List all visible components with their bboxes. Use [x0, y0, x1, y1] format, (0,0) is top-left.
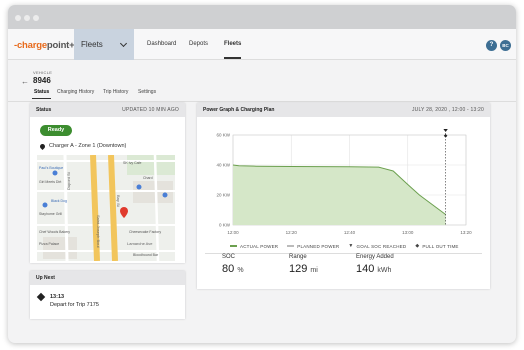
y-tick-label: 40 KW: [216, 163, 230, 168]
browser-window: -chargepoint+ Fleets Dashboard Depots Fl…: [8, 5, 516, 343]
legend-planned-power: PLANNED POWER: [297, 243, 340, 249]
power-date-range: JULY 28, 2020 , 12:00 - 13:20: [411, 107, 484, 113]
power-chart[interactable]: 0 KW 20 KW 40 KW 60 KW 12:00 12:20 12:40 13:00 1…: [197, 121, 490, 241]
svg-text:Stayhome Grill: Stayhome Grill: [39, 212, 62, 216]
status-card-header: Status UPDATED 10 MIN AGO: [30, 103, 185, 117]
power-card-title: Power Graph & Charging Plan: [203, 107, 275, 113]
window-dot-maximize[interactable]: [33, 15, 39, 21]
x-tick-label: 12:40: [344, 230, 356, 235]
goal-soc-icon: ▼: [348, 243, 354, 249]
stat-range: Range 129 mi: [289, 254, 318, 275]
y-tick-label: 0 KW: [219, 223, 231, 228]
power-card-header: Power Graph & Charging Plan JULY 28, 202…: [197, 103, 490, 117]
svg-text:Saint-Joseph Boul: Saint-Joseph Boul: [96, 215, 101, 248]
stat-soc: SOC 80 %: [222, 254, 244, 275]
tab-settings[interactable]: Settings: [138, 89, 156, 95]
status-card-title: Status: [36, 107, 52, 113]
svg-text:Bloodhound Bar: Bloodhound Bar: [133, 253, 159, 257]
map-graphic: Saint-Joseph Boul Dupont St Lamarche Ave…: [37, 155, 175, 261]
charger-location: Charger A - Zone 1 (Downtown): [38, 142, 127, 150]
chart-legend: ACTUAL POWER PLANNED POWER ▼ GOAL SOC RE…: [230, 243, 459, 249]
svg-text:Bay St: Bay St: [116, 195, 121, 208]
chart-divider: [205, 253, 482, 254]
stat-energy-added: Energy Added 140 kWh: [356, 254, 394, 275]
charger-name: Charger A - Zone 1 (Downtown): [49, 143, 127, 149]
upnext-card-title: Up Next: [36, 275, 55, 281]
svg-text:Girl Meets Dirt: Girl Meets Dirt: [39, 180, 61, 184]
y-tick-label: 60 KW: [216, 133, 230, 138]
fleet-selector-label: Fleets: [81, 40, 103, 49]
pull-out-icon: ◆: [415, 243, 420, 249]
stat-soc-unit: %: [237, 267, 244, 274]
status-card: Status UPDATED 10 MIN AGO Ready Charger …: [30, 103, 185, 263]
actual-power-area: [233, 165, 446, 225]
legend-pull-out: PULL OUT TIME: [422, 243, 459, 249]
fleet-selector-dropdown[interactable]: Fleets: [74, 29, 134, 60]
svg-text:Chard: Chard: [143, 176, 153, 180]
location-pin-icon: [38, 142, 47, 150]
tabs-divider: [8, 101, 516, 102]
nav-depots[interactable]: Depots: [189, 41, 208, 47]
top-navigation: -chargepoint+ Fleets Dashboard Depots Fl…: [8, 29, 516, 60]
svg-text:Black Dog: Black Dog: [51, 199, 67, 203]
tab-status[interactable]: Status: [31, 89, 52, 99]
svg-text:Pizza Palace: Pizza Palace: [39, 242, 59, 246]
vehicle-label: VEHICLE: [33, 70, 53, 75]
upnext-description: Depart for Trip 7175: [50, 302, 99, 308]
vehicle-id: 8946: [33, 76, 51, 85]
status-updated-text: UPDATED 10 MIN AGO: [122, 107, 179, 113]
stat-soc-label: SOC: [222, 254, 236, 260]
nav-fleets[interactable]: Fleets: [224, 41, 242, 59]
trip-diamond-icon: [36, 292, 46, 302]
x-tick-label: 13:00: [402, 230, 414, 235]
legend-actual-swatch: [230, 245, 237, 247]
stat-energy-value: 140: [356, 263, 375, 275]
svg-text:Paul's Boutique: Paul's Boutique: [39, 166, 63, 170]
stat-range-label: Range: [289, 254, 307, 260]
back-arrow-icon[interactable]: ←: [21, 77, 29, 86]
upnext-card: Up Next 13:13 Depart for Trip 7175: [30, 271, 185, 319]
stat-energy-unit: kWh: [377, 267, 392, 274]
help-icon[interactable]: ?: [486, 40, 497, 51]
user-avatar[interactable]: BC: [500, 40, 511, 51]
title-bar: [8, 5, 516, 29]
x-tick-label: 13:20: [460, 230, 472, 235]
chargepoint-logo[interactable]: -chargepoint+: [14, 40, 75, 51]
status-badge: Ready: [40, 125, 72, 136]
svg-text:Cheesecake Factory: Cheesecake Factory: [129, 230, 161, 234]
x-tick-label: 12:00: [227, 230, 239, 235]
pull-out-marker: [443, 134, 448, 138]
stat-energy-label: Energy Added: [356, 254, 394, 260]
upnext-time: 13:13: [50, 294, 65, 300]
stat-range-unit: mi: [310, 267, 318, 274]
stat-soc-value: 80: [222, 263, 235, 275]
legend-goal-soc: GOAL SOC REACHED: [356, 243, 407, 249]
legend-actual-power: ACTUAL POWER: [240, 243, 279, 249]
stat-range-value: 129: [289, 263, 308, 275]
upnext-card-header: Up Next: [30, 271, 185, 285]
svg-text:Chef Woods Bakery: Chef Woods Bakery: [39, 230, 70, 234]
tab-trip-history[interactable]: Trip History: [103, 89, 128, 95]
vehicle-tabs: Status Charging History Trip History Set…: [30, 89, 516, 101]
y-tick-label: 20 KW: [216, 193, 230, 198]
window-dot-minimize[interactable]: [24, 15, 30, 21]
goal-soc-marker: [443, 129, 448, 132]
svg-text:SK Ivy Cafe: SK Ivy Cafe: [123, 161, 142, 165]
svg-text:Dupont St: Dupont St: [66, 171, 71, 190]
chevron-down-icon: [119, 39, 128, 48]
x-tick-label: 12:20: [286, 230, 298, 235]
legend-planned-swatch: [287, 245, 295, 247]
nav-dashboard[interactable]: Dashboard: [147, 41, 176, 47]
tab-charging-history[interactable]: Charging History: [57, 89, 94, 95]
window-dot-close[interactable]: [15, 15, 21, 21]
location-map[interactable]: Saint-Joseph Boul Dupont St Lamarche Ave…: [37, 155, 175, 261]
svg-text:Lamarche Ave: Lamarche Ave: [127, 241, 153, 246]
